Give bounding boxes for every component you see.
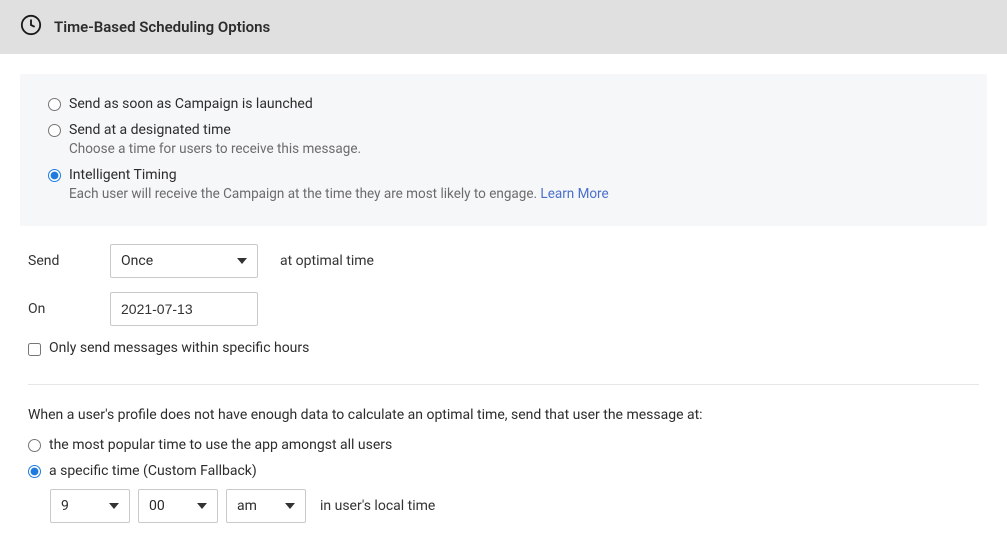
schedule-type-panel: Send as soon as Campaign is launched Sen…: [20, 74, 987, 226]
radio-send-designated[interactable]: [48, 124, 61, 137]
radio-sub-intelligent: Each user will receive the Campaign at t…: [69, 186, 609, 202]
fallback-popular-label: the most popular time to use the app amo…: [49, 437, 392, 453]
fallback-hour-value: 9: [61, 498, 69, 514]
chevron-down-icon: [197, 503, 207, 509]
section-title: Time-Based Scheduling Options: [54, 18, 270, 36]
chevron-down-icon: [237, 258, 247, 264]
content-area: Send as soon as Campaign is launched Sen…: [0, 54, 1007, 543]
fallback-prompt: When a user's profile does not have enou…: [28, 407, 979, 423]
section-header: Time-Based Scheduling Options: [0, 0, 1007, 54]
fallback-ampm-value: am: [237, 498, 257, 514]
frequency-suffix: at optimal time: [280, 253, 374, 269]
frequency-select[interactable]: Once: [110, 244, 258, 278]
clock-icon: [20, 14, 42, 40]
date-input[interactable]: [110, 292, 258, 326]
frequency-value: Once: [121, 253, 153, 269]
send-config-area: Send Once at optimal time On Only send m…: [20, 226, 987, 523]
specific-hours-label: Only send messages within specific hours: [49, 340, 309, 356]
learn-more-link[interactable]: Learn More: [540, 186, 608, 202]
fallback-options: the most popular time to use the app amo…: [28, 437, 979, 523]
radio-send-immediately[interactable]: [48, 98, 61, 111]
radio-sub-designated: Choose a time for users to receive this …: [69, 141, 361, 157]
fallback-tz-label: in user's local time: [320, 498, 435, 514]
radio-intelligent-timing[interactable]: [48, 169, 61, 182]
radio-fallback-custom[interactable]: [28, 465, 41, 478]
radio-label-intelligent: Intelligent Timing: [69, 167, 609, 183]
fallback-custom-label: a specific time (Custom Fallback): [49, 463, 257, 479]
on-label: On: [28, 301, 110, 317]
specific-hours-checkbox[interactable]: [28, 343, 41, 356]
divider: [28, 384, 979, 385]
radio-fallback-popular[interactable]: [28, 439, 41, 452]
send-label: Send: [28, 253, 110, 269]
radio-label-immediately: Send as soon as Campaign is launched: [69, 96, 313, 112]
chevron-down-icon: [109, 503, 119, 509]
chevron-down-icon: [285, 503, 295, 509]
radio-label-designated: Send at a designated time: [69, 122, 361, 138]
fallback-minute-value: 00: [149, 498, 165, 514]
